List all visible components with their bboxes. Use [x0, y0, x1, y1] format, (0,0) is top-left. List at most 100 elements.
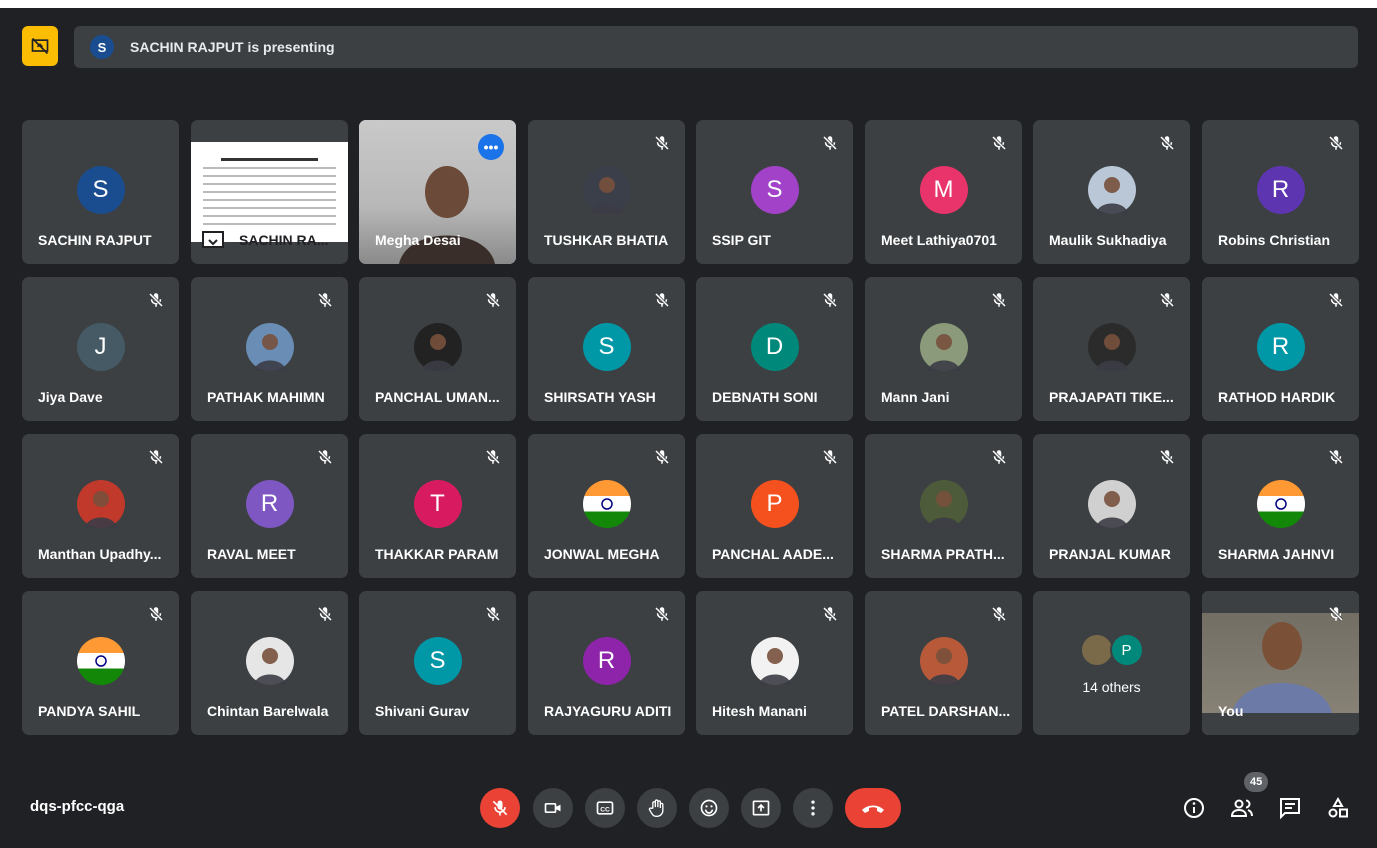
avatar — [76, 637, 125, 685]
participant-name: Robins Christian — [1218, 232, 1331, 248]
meeting-details-button[interactable] — [1180, 794, 1208, 822]
participant-tile[interactable]: P PANCHAL AADE... — [696, 434, 853, 578]
participant-name: SSIP GIT — [712, 232, 771, 248]
participant-tile[interactable]: PATHAK MAHIMN — [191, 277, 348, 421]
participant-tile[interactable]: S SHIRSATH YASH — [528, 277, 685, 421]
muted-indicator — [990, 448, 1008, 466]
participant-tile[interactable]: R RAJYAGURU ADITI — [528, 591, 685, 735]
participant-name: THAKKAR PARAM — [375, 546, 499, 562]
participant-tile[interactable]: PATEL DARSHAN... — [865, 591, 1022, 735]
mic-off-icon — [485, 606, 501, 622]
participant-tile[interactable]: M Meet Lathiya0701 — [865, 120, 1022, 264]
present-now-icon — [752, 800, 770, 816]
participant-tile[interactable]: R RATHOD HARDIK — [1202, 277, 1359, 421]
participant-tile[interactable]: R RAVAL MEET — [191, 434, 348, 578]
avatar — [582, 166, 631, 214]
participant-tile[interactable]: S SSIP GIT — [696, 120, 853, 264]
participant-tile[interactable]: S Shivani Gurav — [359, 591, 516, 735]
participant-tile[interactable]: PRAJAPATI TIKE... — [1033, 277, 1190, 421]
participant-name: Mann Jani — [881, 389, 950, 405]
leave-call-button[interactable] — [845, 788, 901, 828]
activities-button[interactable] — [1324, 794, 1352, 822]
participant-tile[interactable]: T THAKKAR PARAM — [359, 434, 516, 578]
participant-tile[interactable]: J Jiya Dave — [22, 277, 179, 421]
avatar: R — [582, 637, 631, 685]
avatar — [245, 637, 294, 685]
mic-off-icon — [1159, 135, 1175, 151]
muted-indicator — [990, 605, 1008, 623]
participant-name: Hitesh Manani — [712, 703, 807, 719]
muted-indicator — [147, 605, 165, 623]
people-button[interactable] — [1228, 794, 1256, 822]
avatar — [750, 637, 799, 685]
camera-toggle-button[interactable] — [533, 788, 573, 828]
screen-share-icon — [201, 230, 225, 250]
participant-name: SACHIN RA... — [239, 232, 329, 248]
participant-tile[interactable]: R Robins Christian — [1202, 120, 1359, 264]
participant-tile[interactable]: SHARMA JAHNVI — [1202, 434, 1359, 578]
mic-off-icon — [492, 800, 508, 816]
participant-name: Meet Lathiya0701 — [881, 232, 997, 248]
videocam-icon — [544, 803, 561, 813]
participants-count-badge: 45 — [1244, 772, 1269, 792]
avatar: S — [413, 637, 462, 685]
avatar — [1087, 480, 1136, 528]
participant-tile[interactable]: SACHIN RA... — [191, 120, 348, 264]
avatar: T — [413, 480, 462, 528]
participant-name: PRAJAPATI TIKE... — [1049, 389, 1174, 405]
present-now-button[interactable] — [741, 788, 781, 828]
muted-indicator — [653, 134, 671, 152]
participant-tile[interactable]: Maulik Sukhadiya — [1033, 120, 1190, 264]
participant-tile[interactable]: You — [1202, 591, 1359, 735]
participant-tile[interactable]: S SACHIN RAJPUT — [22, 120, 179, 264]
presenting-banner[interactable]: S SACHIN RAJPUT is presenting — [74, 26, 1358, 68]
meeting-code[interactable]: dqs-pfcc-qga — [30, 798, 124, 815]
muted-indicator — [821, 605, 839, 623]
more-options-button[interactable] — [793, 788, 833, 828]
chat-icon — [1280, 798, 1300, 820]
participant-name: PRANJAL KUMAR — [1049, 546, 1171, 562]
participant-tile[interactable]: Hitesh Manani — [696, 591, 853, 735]
captions-button[interactable]: CC — [585, 788, 625, 828]
raise-hand-button[interactable] — [637, 788, 677, 828]
muted-indicator — [316, 605, 334, 623]
presentation-indicator[interactable] — [22, 26, 58, 66]
participant-name: JONWAL MEGHA — [544, 546, 660, 562]
participant-tile[interactable]: TUSHKAR BHATIA — [528, 120, 685, 264]
participant-name: 14 others — [1082, 679, 1141, 695]
participant-name: PANCHAL UMAN... — [375, 389, 500, 405]
participant-tile[interactable]: Chintan Barelwala — [191, 591, 348, 735]
participant-name: Manthan Upadhy... — [38, 546, 162, 562]
shared-screen-preview — [191, 142, 348, 242]
avatar: J — [76, 323, 125, 371]
avatar — [413, 323, 462, 371]
participant-tile[interactable]: Mann Jani — [865, 277, 1022, 421]
bottom-toolbar: dqs-pfcc-qga CC 45 — [0, 770, 1377, 848]
mic-off-icon — [1328, 292, 1344, 308]
participant-tile[interactable]: D DEBNATH SONI — [696, 277, 853, 421]
chat-button[interactable] — [1276, 794, 1304, 822]
avatar — [919, 637, 968, 685]
participant-tile[interactable]: SHARMA PRATH... — [865, 434, 1022, 578]
mic-off-icon — [991, 449, 1007, 465]
participant-tile[interactable]: P 14 others — [1033, 591, 1190, 735]
mic-off-icon — [654, 135, 670, 151]
mic-off-icon — [822, 606, 838, 622]
others-avatars: P — [1079, 633, 1144, 667]
presenter-avatar: S — [90, 35, 114, 59]
mic-off-icon — [654, 292, 670, 308]
avatar: P — [1109, 633, 1144, 667]
microphone-toggle-button[interactable] — [480, 788, 520, 828]
participant-tile[interactable]: ••• Megha Desai — [359, 120, 516, 264]
participant-tile[interactable]: JONWAL MEGHA — [528, 434, 685, 578]
tile-options-button[interactable]: ••• — [478, 134, 504, 160]
reactions-button[interactable] — [689, 788, 729, 828]
muted-indicator — [990, 291, 1008, 309]
participant-tile[interactable]: PRANJAL KUMAR — [1033, 434, 1190, 578]
muted-indicator — [1158, 291, 1176, 309]
participant-tile[interactable]: PANCHAL UMAN... — [359, 277, 516, 421]
participant-name: PANDYA SAHIL — [38, 703, 141, 719]
emoji-reactions-icon — [700, 799, 718, 817]
participant-tile[interactable]: Manthan Upadhy... — [22, 434, 179, 578]
participant-tile[interactable]: PANDYA SAHIL — [22, 591, 179, 735]
